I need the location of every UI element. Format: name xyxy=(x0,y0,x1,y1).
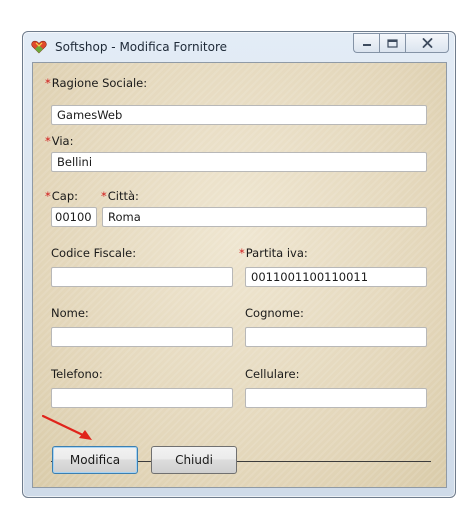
cognome-label: Cognome: xyxy=(245,306,304,320)
telefono-label: Telefono: xyxy=(51,367,103,381)
close-button[interactable] xyxy=(405,33,449,53)
maximize-icon xyxy=(380,34,405,52)
required-mark: * xyxy=(45,189,51,203)
citta-field[interactable]: Roma xyxy=(102,207,427,227)
via-field[interactable]: Bellini xyxy=(51,152,427,172)
minimize-icon xyxy=(354,34,379,52)
required-mark: * xyxy=(45,76,51,90)
cap-field[interactable]: 00100 xyxy=(51,207,97,227)
close-icon xyxy=(406,34,448,52)
cellulare-field[interactable] xyxy=(245,388,427,408)
cognome-field[interactable] xyxy=(245,327,427,347)
via-label: *Via: xyxy=(45,134,73,148)
partita-iva-label: *Partita iva: xyxy=(239,246,308,260)
required-mark: * xyxy=(239,246,245,260)
codice-fiscale-label: Codice Fiscale: xyxy=(51,246,137,260)
citta-label: *Città: xyxy=(101,189,139,203)
citta-label-text: Città: xyxy=(107,189,139,203)
via-label-text: Via: xyxy=(51,134,74,148)
ragione-sociale-label-text: Ragione Sociale: xyxy=(51,76,148,90)
codice-fiscale-field[interactable] xyxy=(51,267,233,287)
title-bar[interactable]: Softshop - Modifica Fornitore xyxy=(23,32,455,62)
annotation-arrow-icon xyxy=(41,414,92,440)
maximize-button[interactable] xyxy=(379,33,405,53)
chiudi-button[interactable]: Chiudi xyxy=(151,446,237,474)
required-mark: * xyxy=(45,134,51,148)
required-mark: * xyxy=(101,189,107,203)
telefono-field[interactable] xyxy=(51,388,233,408)
partita-iva-field[interactable]: 0011001100110011 xyxy=(245,267,427,287)
caption-buttons xyxy=(353,33,449,53)
cap-label-text: Cap: xyxy=(51,189,79,203)
ragione-sociale-label: *Ragione Sociale: xyxy=(45,76,147,90)
cellulare-label: Cellulare: xyxy=(245,367,300,381)
cap-label: *Cap: xyxy=(45,189,78,203)
nome-label: Nome: xyxy=(51,306,89,320)
window-title: Softshop - Modifica Fornitore xyxy=(55,40,228,54)
minimize-button[interactable] xyxy=(353,33,379,53)
modifica-button[interactable]: Modifica xyxy=(52,446,138,474)
partita-iva-label-text: Partita iva: xyxy=(245,246,308,260)
nome-field[interactable] xyxy=(51,327,233,347)
ragione-sociale-field[interactable]: GamesWeb xyxy=(51,105,427,125)
app-icon xyxy=(31,40,47,54)
